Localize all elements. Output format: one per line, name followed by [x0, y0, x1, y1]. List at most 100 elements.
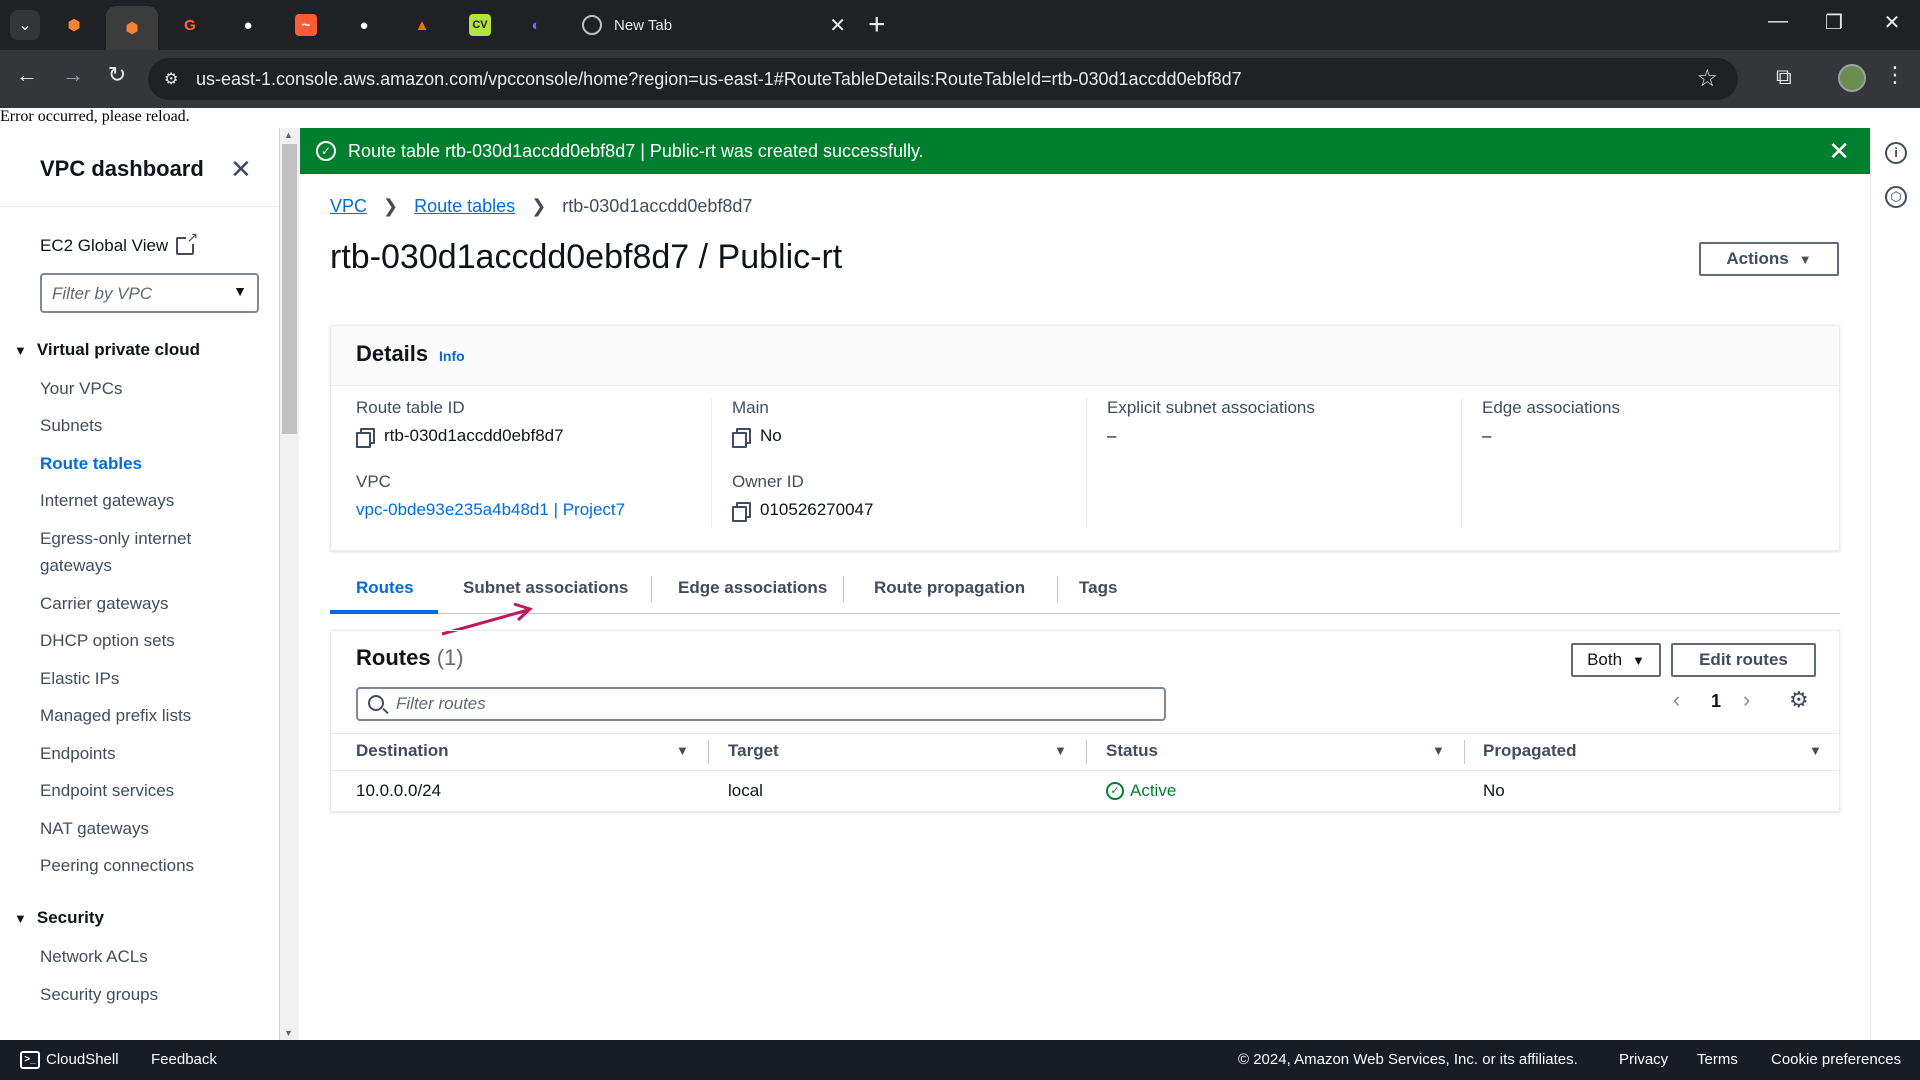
sidebar-item-nat-gateways[interactable]: NAT gateways	[40, 815, 250, 842]
settings-hex-icon[interactable]: ⬡	[1885, 186, 1907, 208]
dismiss-flash-icon[interactable]: ✕	[1828, 136, 1850, 167]
minimize-button[interactable]: —	[1758, 10, 1798, 33]
scroll-down-icon[interactable]: ▼	[284, 1028, 293, 1038]
previous-page-icon[interactable]: ‹	[1673, 687, 1680, 713]
cloudshell-icon[interactable]: >_	[20, 1051, 40, 1069]
sidebar-item-carrier-gateways[interactable]: Carrier gateways	[40, 590, 250, 617]
copy-icon[interactable]	[356, 428, 375, 448]
sidebar-item-endpoints[interactable]: Endpoints	[40, 740, 250, 767]
page-number[interactable]: 1	[1711, 691, 1721, 712]
route-table-id-text: rtb-030d1accdd0ebf8d7	[384, 426, 564, 445]
breadcrumb-current: rtb-030d1accdd0ebf8d7	[562, 196, 753, 216]
extensions-icon[interactable]: ⧉	[1776, 64, 1792, 90]
address-bar[interactable]: ⚙ us-east-1.console.aws.amazon.com/vpcco…	[148, 58, 1738, 100]
column-divider	[1461, 398, 1462, 528]
sort-caret-icon[interactable]: ▼	[1809, 743, 1822, 758]
sidebar-item-internet-gateways[interactable]: Internet gateways	[40, 487, 250, 514]
feedback-link[interactable]: Feedback	[151, 1051, 217, 1068]
sidebar-item-route-tables[interactable]: Route tables	[40, 450, 250, 477]
info-link[interactable]: Info	[439, 348, 465, 364]
info-icon[interactable]: i	[1885, 142, 1907, 164]
sidebar-title[interactable]: VPC dashboard	[40, 156, 204, 182]
tab-edge-associations[interactable]: Edge associations	[678, 578, 827, 598]
browser-tab-8[interactable]: CV	[454, 6, 506, 44]
column-target[interactable]: Target	[728, 741, 779, 761]
browser-tab-2-active[interactable]: ⬢	[106, 6, 158, 50]
table-settings-gear-icon[interactable]: ⚙	[1789, 687, 1809, 713]
vpc-label: VPC	[356, 472, 391, 491]
sidebar-item-your-vpcs[interactable]: Your VPCs	[40, 375, 250, 402]
column-divider[interactable]	[1086, 740, 1087, 764]
browser-tab-4[interactable]: ●	[222, 6, 274, 44]
browser-tab-3[interactable]: G	[164, 6, 216, 44]
browser-tab-6[interactable]: ●	[338, 6, 390, 44]
sort-caret-icon[interactable]: ▼	[1054, 743, 1067, 758]
column-propagated[interactable]: Propagated	[1483, 741, 1577, 761]
column-divider[interactable]	[708, 740, 709, 764]
profile-avatar[interactable]	[1838, 64, 1866, 92]
breadcrumb-route-tables[interactable]: Route tables	[414, 196, 515, 217]
search-icon	[368, 695, 384, 711]
route-filter-select[interactable]: Both ▼	[1571, 643, 1661, 677]
edge-associations-label: Edge associations	[1482, 398, 1620, 417]
sidebar-item-egress-only-internet-gateways[interactable]: Egress-only internet gateways	[40, 525, 250, 579]
sidebar-item-elastic-ips[interactable]: Elastic IPs	[40, 665, 250, 692]
tab-subnet-associations[interactable]: Subnet associations	[463, 578, 628, 598]
filter-routes-search[interactable]	[356, 687, 1166, 721]
browser-tab-7[interactable]: ▲	[396, 6, 448, 44]
vpc-link[interactable]: vpc-0bde93e235a4b48d1 | Project7	[356, 500, 625, 520]
section-security[interactable]: ▼ Security	[14, 908, 104, 928]
scroll-up-icon[interactable]: ▲	[284, 130, 293, 140]
tab-routes[interactable]: Routes	[356, 578, 414, 598]
copy-icon[interactable]	[732, 502, 751, 522]
cloudshell-link[interactable]: CloudShell	[46, 1051, 119, 1068]
sidebar-item-peering-connections[interactable]: Peering connections	[40, 852, 250, 879]
forward-button[interactable]: →	[56, 62, 90, 88]
copy-icon[interactable]	[732, 428, 751, 448]
sidebar-item-network-acls[interactable]: Network ACLs	[40, 943, 250, 970]
browser-tab-5[interactable]: ~	[280, 6, 332, 44]
route-filter-label: Both	[1587, 650, 1623, 669]
sidebar-item-managed-prefix-lists[interactable]: Managed prefix lists	[40, 702, 250, 729]
filter-by-vpc-select[interactable]: Filter by VPC ▼	[40, 273, 259, 313]
close-window-button[interactable]: ✕	[1872, 10, 1912, 35]
sidebar-item-security-groups[interactable]: Security groups	[40, 981, 250, 1008]
sidebar-item-endpoint-services[interactable]: Endpoint services	[40, 777, 250, 804]
cookie-preferences-link[interactable]: Cookie preferences	[1771, 1051, 1901, 1068]
column-divider[interactable]	[1464, 740, 1465, 764]
browser-menu-icon[interactable]: ⋮	[1884, 62, 1906, 88]
edit-routes-button[interactable]: Edit routes	[1671, 643, 1816, 677]
section-virtual-private-cloud[interactable]: ▼ Virtual private cloud	[14, 340, 200, 360]
column-status[interactable]: Status	[1106, 741, 1158, 761]
ec2-global-view-link[interactable]: EC2 Global View	[40, 230, 199, 256]
reload-button[interactable]: ↻	[100, 62, 134, 88]
sort-caret-icon[interactable]: ▼	[676, 743, 689, 758]
restore-button[interactable]: ❐	[1814, 10, 1854, 35]
actions-button[interactable]: Actions ▼	[1699, 242, 1839, 276]
browser-tab-new[interactable]: New Tab ✕	[568, 6, 858, 44]
sidebar-item-subnets[interactable]: Subnets	[40, 412, 250, 439]
browser-tab-9[interactable]: ◐	[510, 6, 562, 44]
url-text[interactable]: us-east-1.console.aws.amazon.com/vpccons…	[196, 69, 1242, 90]
next-page-icon[interactable]: ›	[1743, 687, 1750, 713]
breadcrumb-vpc[interactable]: VPC	[330, 196, 367, 217]
browser-tab-1[interactable]: ⬢	[48, 6, 100, 44]
tab-search-button[interactable]: ⌄	[10, 10, 40, 40]
sidebar-scrollbar[interactable]: ▲ ▼	[280, 128, 299, 1040]
tab-route-propagation[interactable]: Route propagation	[874, 578, 1025, 598]
site-settings-icon[interactable]: ⚙	[164, 69, 182, 88]
sort-caret-icon[interactable]: ▼	[1432, 743, 1445, 758]
column-destination[interactable]: Destination	[356, 741, 449, 761]
new-tab-button[interactable]: +	[868, 8, 886, 42]
bookmark-star-icon[interactable]: ☆	[1696, 64, 1718, 93]
filter-routes-input[interactable]	[396, 693, 1136, 715]
tab-divider	[1057, 576, 1058, 602]
sidebar-item-dhcp-option-sets[interactable]: DHCP option sets	[40, 627, 250, 654]
terms-link[interactable]: Terms	[1697, 1051, 1738, 1068]
privacy-link[interactable]: Privacy	[1619, 1051, 1668, 1068]
close-sidebar-icon[interactable]: ✕	[230, 154, 252, 185]
close-tab-icon[interactable]: ✕	[829, 13, 846, 38]
scrollbar-thumb[interactable]	[282, 144, 297, 434]
back-button[interactable]: ←	[10, 62, 44, 88]
tab-tags[interactable]: Tags	[1079, 578, 1117, 598]
